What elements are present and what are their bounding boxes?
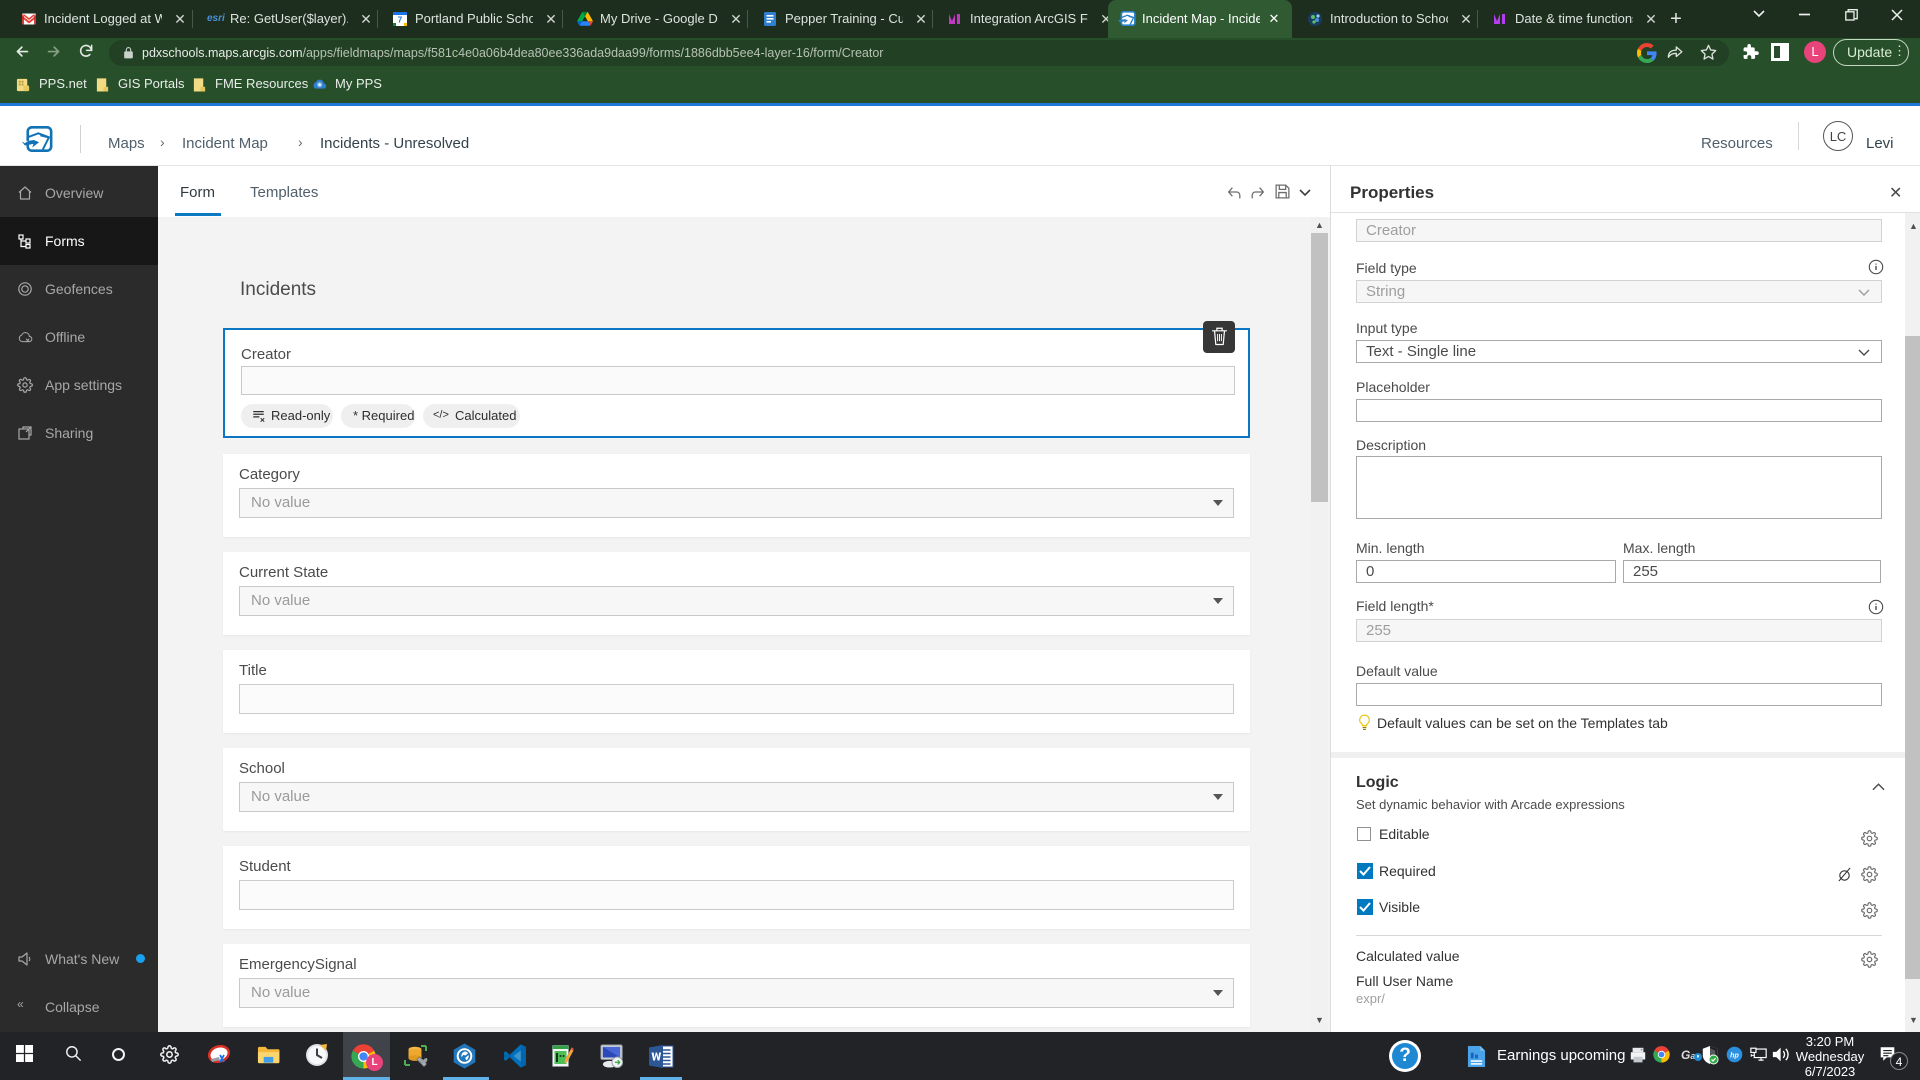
svg-text:7: 7 [398,16,403,25]
svg-text:hp: hp [1730,1051,1739,1059]
